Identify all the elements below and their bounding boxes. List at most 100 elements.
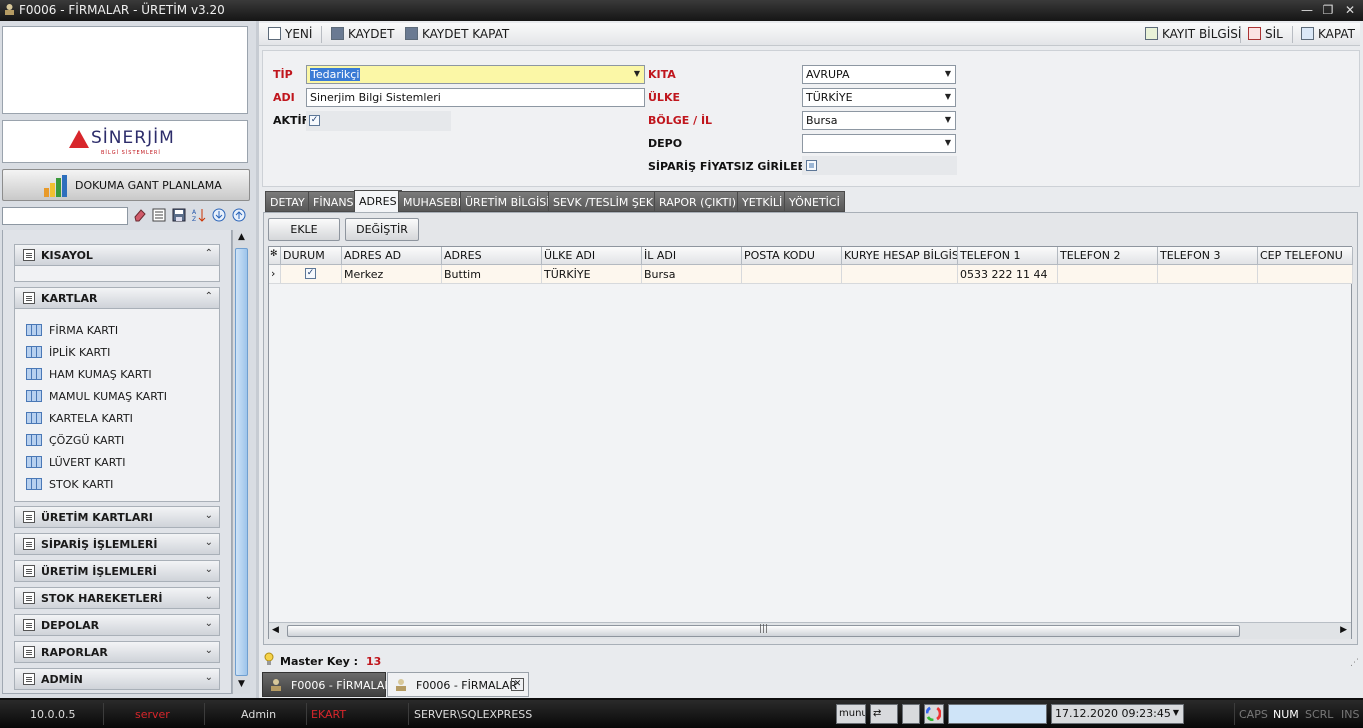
scroll-down-icon[interactable]: ▼ bbox=[235, 679, 248, 692]
dropdown-arrow-icon: ▼ bbox=[633, 69, 640, 78]
group-kartlar[interactable]: KARTLAR ⌃ bbox=[14, 287, 220, 309]
dropdown-arrow-icon: ▼ bbox=[944, 138, 951, 147]
table-cell-il[interactable]: Bursa bbox=[642, 265, 742, 284]
save-icon[interactable] bbox=[172, 208, 186, 222]
status-box-user[interactable]: munul bbox=[836, 704, 866, 724]
adi-label: ADI bbox=[273, 91, 295, 104]
table-cell-cep[interactable] bbox=[1258, 265, 1353, 284]
dropdown-arrow-icon: ▼ bbox=[944, 92, 951, 101]
minimize-button[interactable]: — bbox=[1297, 2, 1317, 18]
scroll-left-icon[interactable]: ◀ bbox=[272, 625, 279, 635]
grid-header-durum[interactable]: DURUM bbox=[281, 247, 342, 265]
grid-header-telefon-3[interactable]: TELEFON 3 bbox=[1158, 247, 1258, 265]
grid-header-adres-ad[interactable]: ADRES AD bbox=[342, 247, 442, 265]
scroll-right-icon[interactable]: ▶ bbox=[1340, 625, 1347, 635]
grid-header-ulke-adi[interactable]: ÜLKE ADI bbox=[542, 247, 642, 265]
grid-header-adres[interactable]: ADRES bbox=[442, 247, 542, 265]
menu-search-input[interactable] bbox=[2, 207, 128, 225]
table-cell-kurye[interactable] bbox=[842, 265, 958, 284]
close-tab-icon[interactable]: ✕ bbox=[511, 678, 524, 691]
kita-select[interactable]: AVRUPA ▼ bbox=[802, 65, 956, 84]
eraser-icon[interactable] bbox=[133, 208, 147, 222]
status-transfer-icon[interactable]: ⇄ bbox=[870, 704, 898, 724]
color-wheel-icon[interactable] bbox=[924, 704, 944, 724]
group-uretim-islemleri[interactable]: ÜRETİM İŞLEMLERİ ⌄ bbox=[14, 560, 220, 582]
sort-az-icon[interactable]: AZ bbox=[192, 208, 206, 222]
restore-button[interactable]: ❐ bbox=[1318, 2, 1338, 18]
dokuma-gant-button[interactable]: DOKUMA GANT PLANLAMA bbox=[2, 169, 250, 201]
ulke-select[interactable]: TÜRKİYE ▼ bbox=[802, 88, 956, 107]
group-kisayol-body bbox=[14, 266, 220, 282]
grid-header-posta-kodu[interactable]: POSTA KODU bbox=[742, 247, 842, 265]
group-siparis-islemleri[interactable]: SİPARİŞ İŞLEMLERİ ⌄ bbox=[14, 533, 220, 555]
doc-tab-firmalar-1[interactable]: F0006 - FİRMALAR bbox=[262, 672, 392, 697]
status-blank-icon[interactable] bbox=[902, 704, 920, 724]
grid-hscrollbar[interactable]: ◀ ||| ▶ bbox=[269, 622, 1351, 639]
table-cell-tel3[interactable] bbox=[1158, 265, 1258, 284]
datetime-picker[interactable]: 17.12.2020 09:23:45 ▼ bbox=[1051, 704, 1184, 724]
tab-yonetici[interactable]: YÖNETİCİ bbox=[784, 191, 845, 212]
siparis-checkbox[interactable] bbox=[806, 160, 817, 171]
table-cell-adres-ad[interactable]: Merkez bbox=[342, 265, 442, 284]
save-button-label: KAYDET bbox=[348, 27, 395, 41]
list-view-icon[interactable] bbox=[152, 208, 166, 222]
add-button[interactable]: EKLE bbox=[268, 218, 340, 241]
record-info-button[interactable]: KAYIT BİLGİSİ bbox=[1145, 27, 1241, 41]
tab-muhasebe[interactable]: MUHASEBE bbox=[398, 191, 470, 212]
scroll-thumb[interactable] bbox=[235, 248, 248, 676]
save-button[interactable]: KAYDET bbox=[331, 27, 394, 41]
group-stok-hareketleri[interactable]: STOK HAREKETLERİ ⌄ bbox=[14, 587, 220, 609]
grid-header-telefon-1[interactable]: TELEFON 1 bbox=[958, 247, 1058, 265]
tab-finans[interactable]: FİNANS bbox=[308, 191, 359, 212]
group-depolar[interactable]: DEPOLAR ⌄ bbox=[14, 614, 220, 636]
group-uretim-kartlari[interactable]: ÜRETİM KARTLARI ⌄ bbox=[14, 506, 220, 528]
table-cell-ulke[interactable]: TÜRKİYE bbox=[542, 265, 642, 284]
table-cell-durum[interactable]: ✓ bbox=[281, 265, 342, 284]
down-circle-icon[interactable] bbox=[212, 208, 226, 222]
table-cell-tel1[interactable]: 0533 222 11 44 bbox=[958, 265, 1058, 284]
close-window-button[interactable]: ✕ bbox=[1340, 2, 1360, 18]
group-kisayol[interactable]: KISAYOL ⌃ bbox=[14, 244, 220, 266]
tab-sevk-teslim[interactable]: SEVK /TESLİM ŞEKLİ bbox=[548, 191, 668, 212]
group-label: KARTLAR bbox=[41, 292, 98, 305]
tab-yetkili[interactable]: YETKİLİ bbox=[737, 191, 788, 212]
grid-header-il-adi[interactable]: İL ADI bbox=[642, 247, 742, 265]
grid-header-telefon-2[interactable]: TELEFON 2 bbox=[1058, 247, 1158, 265]
durum-checkbox[interactable]: ✓ bbox=[305, 268, 316, 279]
change-button[interactable]: DEĞİŞTİR bbox=[345, 218, 419, 241]
up-circle-icon[interactable] bbox=[232, 208, 246, 222]
table-cell-tel2[interactable] bbox=[1058, 265, 1158, 284]
scroll-up-icon[interactable]: ▲ bbox=[235, 232, 248, 245]
grid-corner-cell[interactable]: ✻ bbox=[269, 247, 281, 265]
chevron-up-icon: ⌃ bbox=[204, 291, 213, 302]
tab-detay[interactable]: DETAY bbox=[265, 191, 310, 212]
resize-grip-icon[interactable]: ⋰ bbox=[1350, 658, 1359, 668]
table-cell-posta[interactable] bbox=[742, 265, 842, 284]
doc-tab-firmalar-2[interactable]: F0006 - FİRMALAR ✕ bbox=[387, 672, 529, 697]
tab-uretim-bilgisi[interactable]: ÜRETİM BİLGİSİ bbox=[460, 191, 555, 212]
group-admin[interactable]: ADMİN ⌄ bbox=[14, 668, 220, 690]
depo-select[interactable]: ▼ bbox=[802, 134, 956, 153]
hscroll-thumb[interactable]: ||| bbox=[287, 624, 1240, 637]
tip-select[interactable]: Tedarikçi ▼ bbox=[306, 65, 645, 84]
row-indicator-icon[interactable]: › bbox=[269, 265, 281, 284]
adi-input[interactable]: Sinerjim Bilgi Sistemleri bbox=[306, 88, 645, 107]
grid-header-kurye[interactable]: KURYE HESAP BİLGİSİ bbox=[842, 247, 958, 265]
grid-header-cep-telefonu[interactable]: CEP TELEFONU bbox=[1258, 247, 1353, 265]
group-raporlar[interactable]: RAPORLAR ⌄ bbox=[14, 641, 220, 663]
tab-adres[interactable]: ADRES bbox=[354, 190, 402, 212]
save-close-button[interactable]: KAYDET KAPAT bbox=[405, 27, 509, 41]
toolbar-separator bbox=[1292, 26, 1293, 43]
menu-scrollbar[interactable]: ▲ ▼ bbox=[232, 230, 250, 694]
new-button[interactable]: YENİ bbox=[268, 27, 312, 41]
group-label: SİPARİŞ İŞLEMLERİ bbox=[41, 538, 158, 551]
doc-tab-label: F0006 - FİRMALAR bbox=[291, 679, 393, 692]
close-button[interactable]: KAPAT bbox=[1301, 27, 1355, 41]
aktif-checkbox[interactable]: ✓ bbox=[309, 115, 320, 126]
delete-button[interactable]: SİL bbox=[1248, 27, 1283, 41]
status-mode: EKART bbox=[311, 708, 347, 721]
group-icon bbox=[23, 511, 35, 523]
table-cell-adres[interactable]: Buttim bbox=[442, 265, 542, 284]
tab-rapor[interactable]: RAPOR (ÇIKTI) bbox=[654, 191, 741, 212]
bolge-select[interactable]: Bursa ▼ bbox=[802, 111, 956, 130]
